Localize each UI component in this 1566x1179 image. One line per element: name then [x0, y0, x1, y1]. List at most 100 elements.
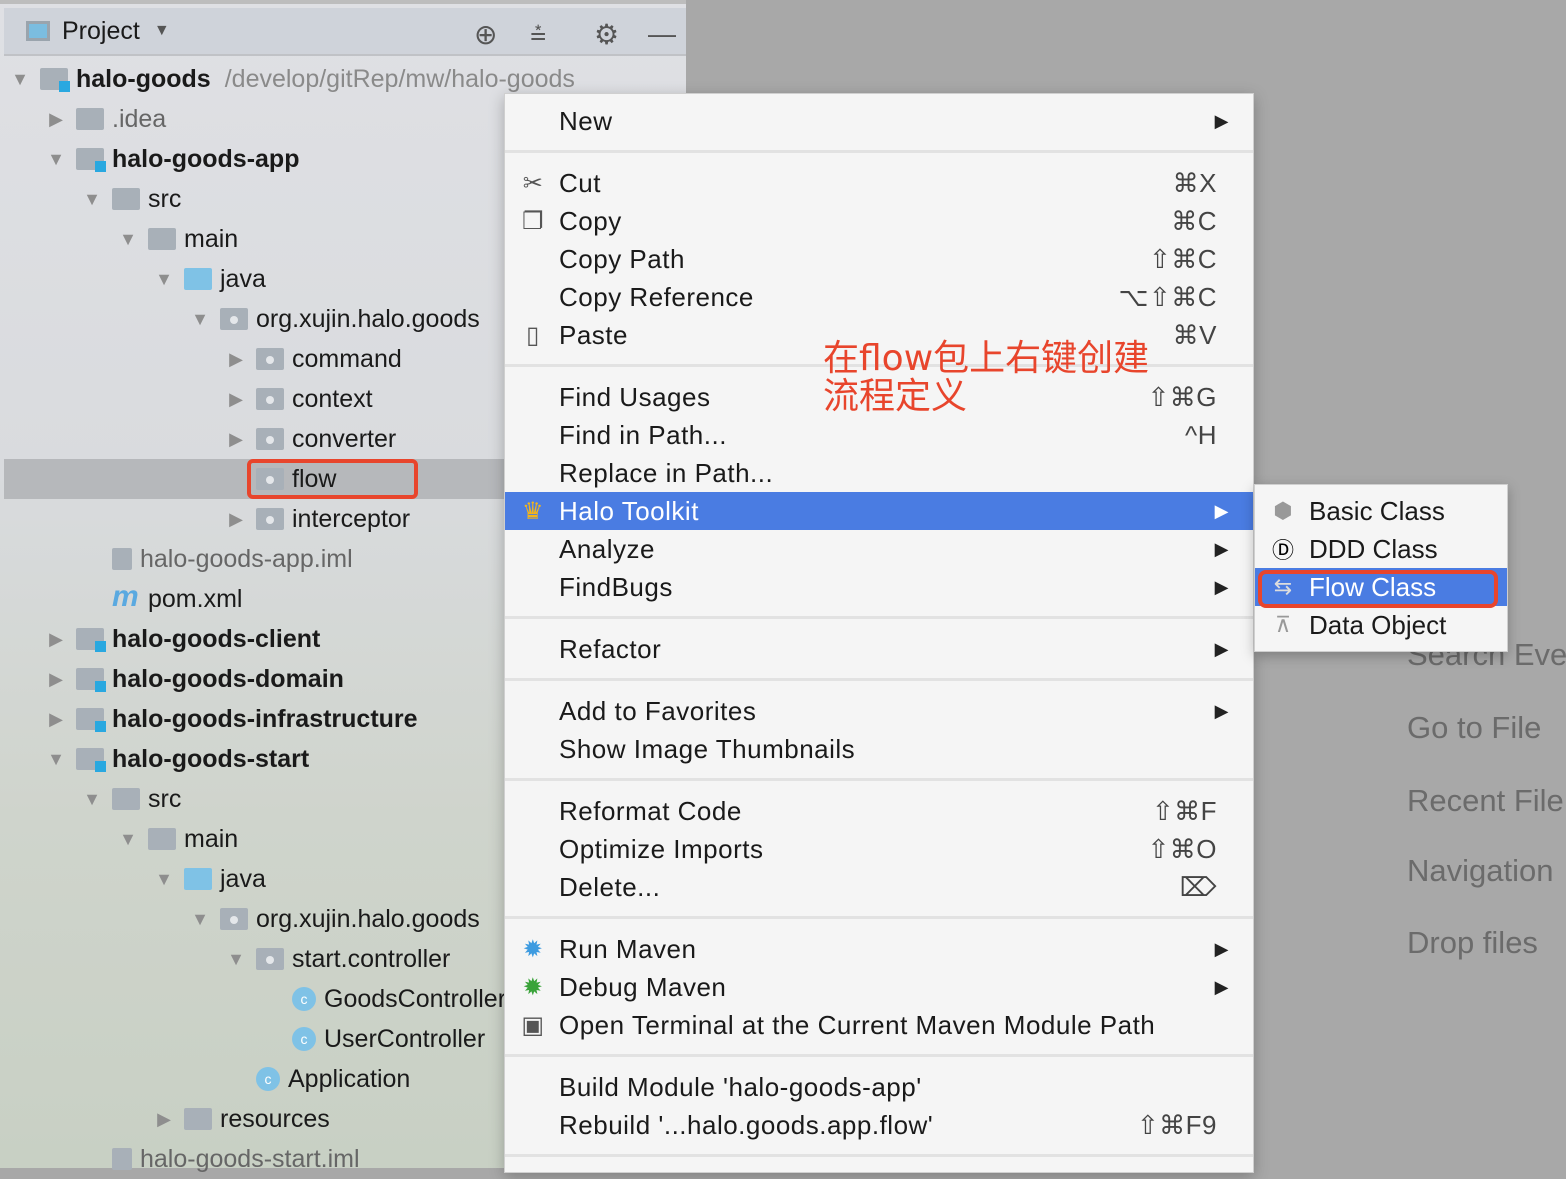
tree-item-label: resources [220, 1104, 330, 1133]
menu-item-shortcut: ⌥⇧⌘C [1118, 281, 1217, 312]
menu-item-rebuild-halo-goods-app-flow[interactable]: Rebuild '...halo.goods.app.flow' ⇧⌘F9 [505, 1106, 1253, 1144]
package-icon [256, 948, 284, 970]
collapsed-arrow-icon[interactable]: ▶ [154, 1109, 174, 1130]
collapsed-arrow-icon[interactable]: ▶ [46, 709, 66, 730]
menu-item-label: Delete... [559, 871, 661, 902]
expanded-arrow-icon[interactable]: ▼ [190, 909, 210, 930]
folder-icon [184, 1108, 212, 1130]
tree-item-label: UserController [324, 1024, 486, 1053]
menu-item-find-in-path[interactable]: Find in Path... ^H [505, 416, 1253, 454]
collapsed-arrow-icon[interactable]: ▶ [46, 109, 66, 130]
menu-item-label: Open Terminal at the Current Maven Modul… [559, 1009, 1156, 1040]
class-icon: c [292, 987, 316, 1011]
menu-item-findbugs[interactable]: FindBugs ▶ [505, 568, 1253, 606]
menu-item-label: Find Usages [559, 381, 711, 412]
tree-item-label: java [220, 264, 266, 293]
expanded-arrow-icon[interactable]: ▼ [118, 229, 138, 250]
menu-item-label: Optimize Imports [559, 833, 764, 864]
submenu-item-data-object[interactable]: ⊼ Data Object [1255, 606, 1507, 644]
menu-item-optimize-imports[interactable]: Optimize Imports ⇧⌘O [505, 830, 1253, 868]
expanded-arrow-icon[interactable]: ▼ [10, 69, 30, 90]
tree-item-label: main [184, 224, 239, 253]
expanded-arrow-icon[interactable]: ▼ [82, 189, 102, 210]
expanded-arrow-icon[interactable]: ▼ [118, 829, 138, 850]
expanded-arrow-icon[interactable]: ▼ [226, 949, 246, 970]
flow-class-highlight-box [1258, 570, 1498, 608]
menu-item-reformat-code[interactable]: Reformat Code ⇧⌘F [505, 792, 1253, 830]
welcome-hint: Drop files [1407, 925, 1538, 960]
menu-item-cut[interactable]: ✂ Cut ⌘X [505, 164, 1253, 202]
project-view-selector[interactable]: Project [62, 17, 140, 46]
collapsed-arrow-icon[interactable]: ▶ [226, 429, 246, 450]
tree-item-label: src [148, 184, 182, 213]
menu-item-build-module-halo-goods-app[interactable]: Build Module 'halo-goods-app' [505, 1068, 1253, 1106]
welcome-hint: Go to File [1407, 710, 1542, 745]
expanded-arrow-icon[interactable]: ▼ [82, 789, 102, 810]
menu-item-label: Analyze [559, 533, 655, 564]
tree-item-label: java [220, 864, 266, 893]
package-icon [256, 348, 284, 370]
menu-item-copy-path[interactable]: Copy Path ⇧⌘C [505, 240, 1253, 278]
gear-icon[interactable]: ⚙ [594, 18, 619, 51]
expanded-arrow-icon[interactable]: ▼ [154, 269, 174, 290]
copy-icon: ❐ [521, 207, 544, 235]
iml-file-icon [112, 548, 132, 570]
tree-item-label: converter [292, 424, 397, 453]
annotation-text: 在flow包上右键创建 流程定义 [823, 340, 1149, 416]
expanded-arrow-icon[interactable]: ▼ [46, 749, 66, 770]
submenu-arrow-icon: ▶ [1214, 576, 1229, 597]
collapsed-arrow-icon[interactable]: ▶ [226, 389, 246, 410]
menu-item-refactor[interactable]: Refactor ▶ [505, 630, 1253, 668]
menu-item-shortcut: ⌘X [1172, 167, 1217, 198]
tree-item-label: halo-goods-app [112, 144, 300, 173]
chevron-down-icon[interactable]: ▼ [154, 22, 170, 40]
menu-item-shortcut: ⌘V [1172, 319, 1217, 350]
menu-separator [505, 668, 1253, 692]
menu-item-label: New [559, 105, 613, 136]
menu-item-open-terminal-at-the-current-maven-module-path[interactable]: ▣ Open Terminal at the Current Maven Modu… [505, 1006, 1253, 1044]
expanded-arrow-icon[interactable]: ▼ [46, 149, 66, 170]
collapsed-arrow-icon[interactable]: ▶ [226, 509, 246, 530]
collapse-all-icon[interactable]: ⩮ [530, 18, 546, 51]
menu-separator [505, 606, 1253, 630]
menu-item-delete[interactable]: Delete... ⌦ [505, 868, 1253, 906]
menu-item-show-image-thumbnails[interactable]: Show Image Thumbnails [505, 730, 1253, 768]
menu-item-shortcut: ⇧⌘C [1148, 243, 1217, 274]
module-icon [76, 148, 106, 172]
hierarchy-icon: ⊼ [1274, 612, 1292, 637]
tree-item-label: halo-goods-start.iml [140, 1144, 360, 1173]
expanded-arrow-icon[interactable]: ▼ [190, 309, 210, 330]
submenu-arrow-icon: ▶ [1214, 538, 1229, 559]
crown-icon: ♛ [521, 497, 544, 525]
submenu-arrow-icon: ▶ [1214, 638, 1229, 659]
submenu-item-label: Data Object [1309, 609, 1447, 640]
expanded-arrow-icon[interactable]: ▼ [154, 869, 174, 890]
menu-item-add-to-favorites[interactable]: Add to Favorites ▶ [505, 692, 1253, 730]
menu-item-debug-maven[interactable]: ✹ Debug Maven ▶ [505, 968, 1253, 1006]
menu-item-label: Replace in Path... [559, 457, 774, 488]
menu-item-copy-reference[interactable]: Copy Reference ⌥⇧⌘C [505, 278, 1253, 316]
menu-item-label: Paste [559, 319, 628, 350]
collapsed-arrow-icon[interactable]: ▶ [46, 629, 66, 650]
minimize-icon[interactable]: — [648, 18, 676, 50]
menu-item-copy[interactable]: ❐ Copy ⌘C [505, 202, 1253, 240]
tree-item-label: GoodsController [324, 984, 507, 1013]
collapsed-arrow-icon[interactable]: ▶ [226, 349, 246, 370]
halo-toolkit-submenu: ⬢ Basic Class Ⓓ DDD Class ⇆ Flow Class ⊼ Data O… [1254, 484, 1508, 652]
collapsed-arrow-icon[interactable]: ▶ [46, 669, 66, 690]
submenu-item-ddd-class[interactable]: Ⓓ DDD Class [1255, 530, 1507, 568]
tree-item-label: halo-goods-app.iml [140, 544, 353, 573]
menu-item-new[interactable]: New ▶ [505, 102, 1253, 140]
menu-item-label: Copy [559, 205, 622, 236]
module-icon [76, 628, 106, 652]
tree-item-label: interceptor [292, 504, 411, 533]
menu-item-analyze[interactable]: Analyze ▶ [505, 530, 1253, 568]
menu-item-label: Halo Toolkit [559, 495, 699, 526]
menu-separator [505, 768, 1253, 792]
submenu-item-basic-class[interactable]: ⬢ Basic Class [1255, 492, 1507, 530]
locate-icon[interactable]: ⊕ [474, 18, 497, 51]
tree-item-label: halo-goods-client [112, 624, 321, 653]
menu-item-halo-toolkit[interactable]: ♛ Halo Toolkit ▶ [505, 492, 1253, 530]
menu-item-run-maven[interactable]: ✹ Run Maven ▶ [505, 930, 1253, 968]
menu-item-replace-in-path[interactable]: Replace in Path... [505, 454, 1253, 492]
